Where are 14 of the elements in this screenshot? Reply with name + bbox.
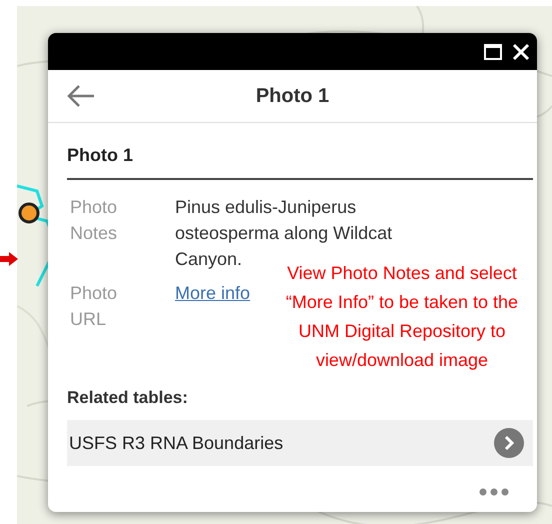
maximize-icon[interactable] bbox=[483, 42, 503, 62]
related-tables-label: Related tables: bbox=[67, 388, 189, 408]
more-info-link[interactable]: More info bbox=[175, 280, 250, 306]
popup-title: Photo 1 bbox=[256, 84, 330, 108]
arrow-icon bbox=[0, 252, 18, 266]
field-label: Photo URL bbox=[69, 282, 118, 331]
back-arrow-icon[interactable] bbox=[66, 84, 96, 108]
close-icon[interactable] bbox=[511, 42, 531, 62]
annotation-text: View Photo Notes and select “More Info” to be taken to the UNM Digital Repository to view/download image bbox=[284, 262, 520, 372]
record-heading: Photo 1 bbox=[67, 145, 533, 180]
field-label: Photo Notes bbox=[69, 196, 118, 245]
more-options-icon[interactable] bbox=[479, 488, 509, 496]
related-table-item[interactable]: USFS R3 RNA Boundaries bbox=[67, 420, 533, 466]
chevron-right-icon bbox=[494, 428, 524, 458]
